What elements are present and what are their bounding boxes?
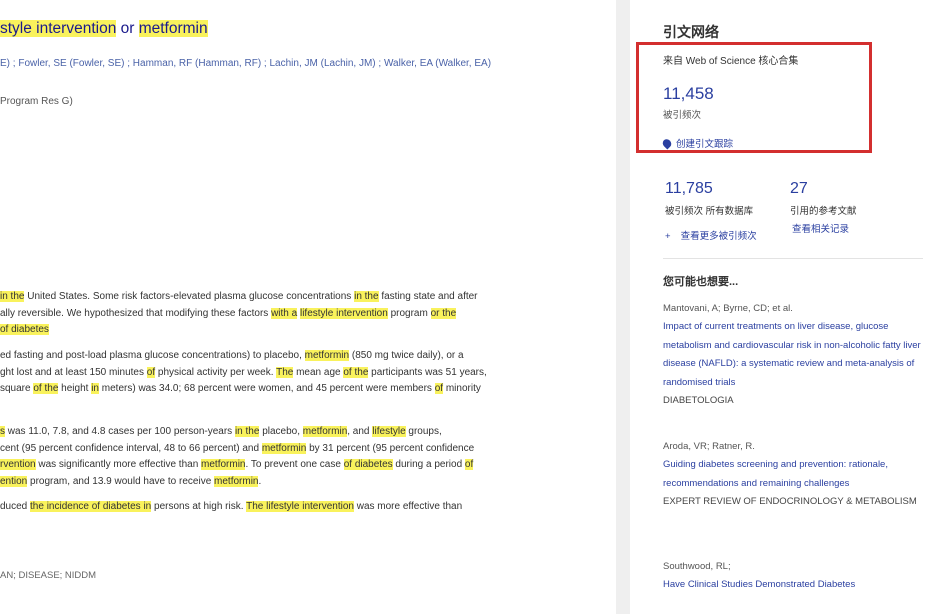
related-record-title[interactable]: Guiding diabetes screening and preventio… — [663, 456, 925, 493]
abstract-text: ed fasting and post-load plasma glucose … — [0, 350, 305, 361]
abstract-text: during a period — [392, 459, 465, 470]
abstract-text: ention — [0, 475, 28, 487]
abstract-text: fasting state and after — [381, 291, 478, 302]
wos-citation-count[interactable]: 11,458 — [663, 84, 714, 104]
abstract-text: was more effective than — [353, 501, 463, 512]
abstract-text: . — [258, 475, 262, 487]
abstract-text: (850 mg twice daily), or a — [349, 350, 464, 361]
related-record-journal: DIABETOLOGIA — [663, 395, 734, 407]
abstract-text: groups, — [405, 426, 442, 437]
you-may-also-like-heading: 您可能也想要... — [663, 276, 739, 288]
abstract-text: The lifestyle intervention — [246, 501, 354, 512]
abstract-text: physical activity per week. — [155, 366, 277, 378]
abstract-text: in the — [0, 291, 25, 302]
abstract-text: the incidence of diabetes in — [30, 501, 152, 512]
abstract-paragraph-4: duced the incidence of diabetes in perso… — [0, 499, 462, 516]
abstract-text: placebo, — [259, 426, 303, 437]
abstract-text: metformin — [304, 350, 350, 361]
abstract-paragraph-2: ed fasting and post-load plasma glucose … — [0, 348, 487, 398]
abstract-text: cent (95 percent confidence interval, 48… — [0, 442, 262, 454]
abstract-text: minority — [443, 383, 481, 394]
related-record: Southwood, RL; Have Clinical Studies Dem… — [663, 558, 925, 595]
abstract-text: was 11.0, 7.8, and 4.8 cases per 100 per… — [5, 426, 235, 437]
abstract-text: , and — [347, 426, 373, 437]
abstract-text: . To prevent one case — [245, 459, 344, 470]
article-title: style intervention or metformin — [0, 20, 208, 38]
abstract-text: of the — [343, 366, 369, 378]
abstract-text: with a — [271, 307, 298, 319]
abstract-text: duced — [0, 501, 31, 512]
related-record-title[interactable]: Impact of current treatments on liver di… — [663, 318, 925, 392]
create-citation-alert[interactable]: 创建引文跟踪 — [660, 136, 734, 150]
abstract-text: metformin — [261, 442, 307, 454]
title-part-1: style intervention — [0, 20, 117, 37]
abstract-text: mean age — [293, 366, 344, 378]
abstract-text: square — [0, 383, 34, 394]
abstract-text: ally reversible. We hypothesized that mo… — [0, 307, 272, 319]
plus-icon: + — [665, 231, 671, 242]
article-journal: Program Res G) — [0, 96, 73, 107]
abstract-text: of — [464, 459, 474, 470]
related-records-link[interactable]: 查看相关记录 — [792, 221, 849, 235]
related-record: Mantovani, A; Byrne, CD; et al. Impact o… — [663, 300, 925, 410]
related-record-authors: Southwood, RL; — [663, 561, 731, 572]
abstract-text: metformin — [302, 426, 348, 437]
abstract-text: was significantly more effective than — [35, 459, 202, 470]
article-panel: style intervention or metformin E) ; Fow… — [0, 0, 616, 614]
abstract-text: metformin — [214, 475, 259, 487]
cited-references-label: 引用的参考文献 — [790, 206, 857, 217]
more-citations-label: 查看更多被引频次 — [680, 231, 757, 242]
abstract-text: ght lost and at least 150 minutes — [0, 366, 147, 378]
more-citations-link[interactable]: + 查看更多被引频次 — [665, 228, 757, 242]
related-record-journal: EXPERT REVIEW OF ENDOCRINOLOGY & METABOL… — [663, 496, 917, 508]
wos-core-label: 来自 Web of Science 核心合集 — [663, 56, 799, 67]
abstract-text: by 31 percent (95 percent confidence — [306, 442, 475, 454]
abstract-paragraph-3: s was 11.0, 7.8, and 4.8 cases per 100 p… — [0, 424, 474, 490]
abstract-text: in the — [354, 291, 379, 302]
abstract-text: United States. Some risk factors-elevate… — [27, 291, 352, 302]
abstract-text: metformin — [201, 459, 246, 470]
all-db-citation-label: 被引频次 所有数据库 — [665, 206, 754, 217]
abstract-text: or the — [430, 307, 457, 319]
abstract-text: height — [58, 383, 92, 394]
related-record: Aroda, VR; Ratner, R. Guiding diabetes s… — [663, 438, 925, 512]
abstract-text: The — [276, 366, 294, 378]
abstract-text: of diabetes — [0, 324, 49, 335]
related-record-authors: Aroda, VR; Ratner, R. — [663, 441, 755, 452]
keywords: AN; DISEASE; NIDDM — [0, 570, 97, 581]
abstract-text: of diabetes — [343, 459, 393, 470]
title-part-3: metformin — [138, 20, 208, 37]
abstract-text: of — [146, 366, 156, 378]
related-record-title[interactable]: Have Clinical Studies Demonstrated Diabe… — [663, 576, 925, 594]
abstract-text: in the — [234, 426, 260, 437]
abstract-text: of the — [33, 383, 59, 394]
create-citation-alert-label: 创建引文跟踪 — [676, 139, 734, 150]
citation-network-title: 引文网络 — [663, 24, 719, 40]
alert-drop-icon — [660, 136, 674, 150]
related-record-authors: Mantovani, A; Byrne, CD; et al. — [663, 303, 793, 314]
abstract-text: program, and 13.9 would have to receive — [27, 475, 215, 487]
abstract-text: participants was 51 years, — [368, 366, 487, 378]
abstract-paragraph-1: in the United States. Some risk factors-… — [0, 289, 478, 339]
sidebar-divider — [663, 258, 923, 259]
abstract-text: meters) was 34.0; 68 percent were women,… — [99, 383, 435, 394]
abstract-text: of — [434, 383, 444, 394]
abstract-text: rvention — [0, 459, 36, 470]
abstract-text: in — [91, 383, 99, 394]
cited-references-count[interactable]: 27 — [790, 180, 808, 198]
abstract-text: program — [387, 307, 431, 319]
title-part-2: or — [116, 20, 139, 37]
abstract-text: persons at high risk. — [151, 501, 247, 512]
article-authors[interactable]: E) ; Fowler, SE (Fowler, SE) ; Hamman, R… — [0, 58, 491, 69]
all-db-citation-count[interactable]: 11,785 — [665, 180, 713, 198]
wos-citation-label: 被引频次 — [663, 110, 702, 121]
abstract-text: lifestyle intervention — [299, 307, 388, 319]
abstract-text: lifestyle — [372, 426, 406, 437]
panel-divider — [616, 0, 630, 614]
